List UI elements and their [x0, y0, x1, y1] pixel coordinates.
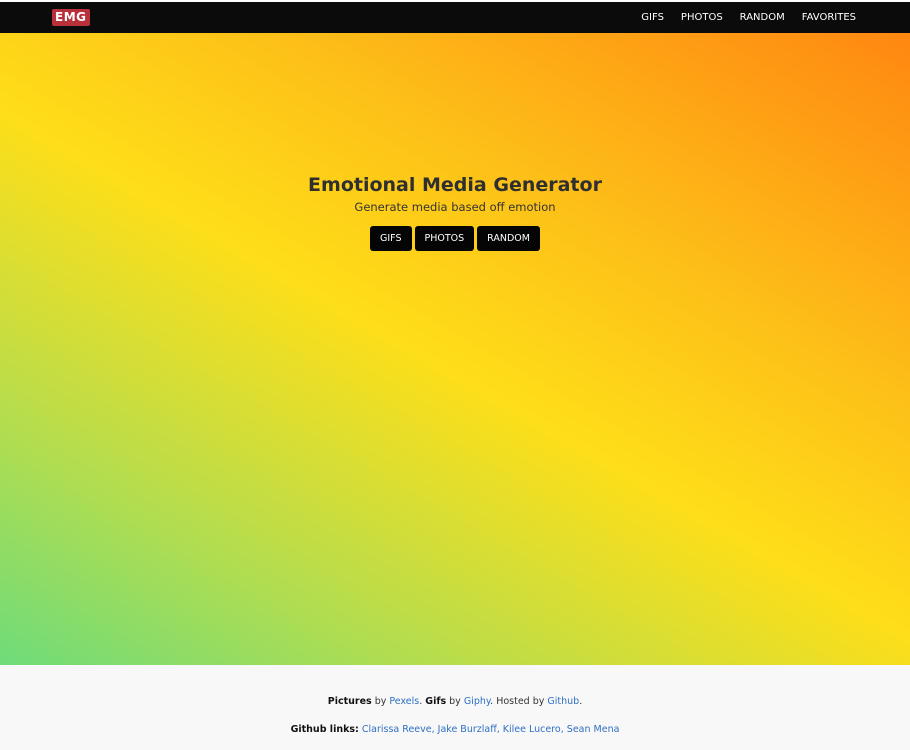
hero-section: Emotional Media Generator Generate media…	[0, 33, 910, 665]
github-link-sean[interactable]: Sean Mena	[567, 724, 620, 735]
footer-credits: Pictures by Pexels. Gifs by Giphy. Hoste…	[0, 696, 910, 707]
pictures-label: Pictures	[327, 696, 372, 707]
footer: Pictures by Pexels. Gifs by Giphy. Hoste…	[0, 665, 910, 750]
page-title: Emotional Media Generator	[308, 174, 602, 196]
nav-link-gifs[interactable]: GIFS	[641, 12, 664, 23]
hero-buttons: GIFS PHOTOS RANDOM	[0, 226, 910, 251]
footer-github-links: Github links: Clarissa Reeve, Jake Burzl…	[0, 724, 910, 735]
hero-content: Emotional Media Generator Generate media…	[0, 173, 910, 251]
period-text: .	[579, 696, 583, 707]
github-link-kilee[interactable]: Kilee Lucero,	[503, 724, 564, 735]
github-link-clarissa[interactable]: Clarissa Reeve,	[362, 724, 435, 735]
pexels-link[interactable]: Pexels	[389, 696, 419, 707]
photos-button[interactable]: PHOTOS	[414, 226, 475, 251]
gifs-label: Gifs	[425, 696, 447, 707]
by-text: by	[446, 696, 464, 707]
hosted-text: . Hosted by	[490, 696, 548, 707]
random-button[interactable]: RANDOM	[477, 226, 540, 251]
github-host-link[interactable]: Github	[547, 696, 579, 707]
brand-logo[interactable]: EMG	[52, 9, 90, 26]
top-navbar: EMG GIFS PHOTOS RANDOM FAVORITES	[0, 2, 910, 33]
giphy-link[interactable]: Giphy	[464, 696, 490, 707]
github-links-label: Github links:	[290, 724, 359, 735]
nav-link-random[interactable]: RANDOM	[740, 12, 785, 23]
gifs-button[interactable]: GIFS	[370, 226, 412, 251]
by-text: by	[371, 696, 390, 707]
nav-links: GIFS PHOTOS RANDOM FAVORITES	[624, 2, 856, 33]
nav-link-photos[interactable]: PHOTOS	[681, 12, 723, 23]
github-link-jake[interactable]: Jake Burzlaff,	[438, 724, 500, 735]
nav-link-favorites[interactable]: FAVORITES	[802, 12, 856, 23]
page-subtitle: Generate media based off emotion	[354, 200, 556, 214]
